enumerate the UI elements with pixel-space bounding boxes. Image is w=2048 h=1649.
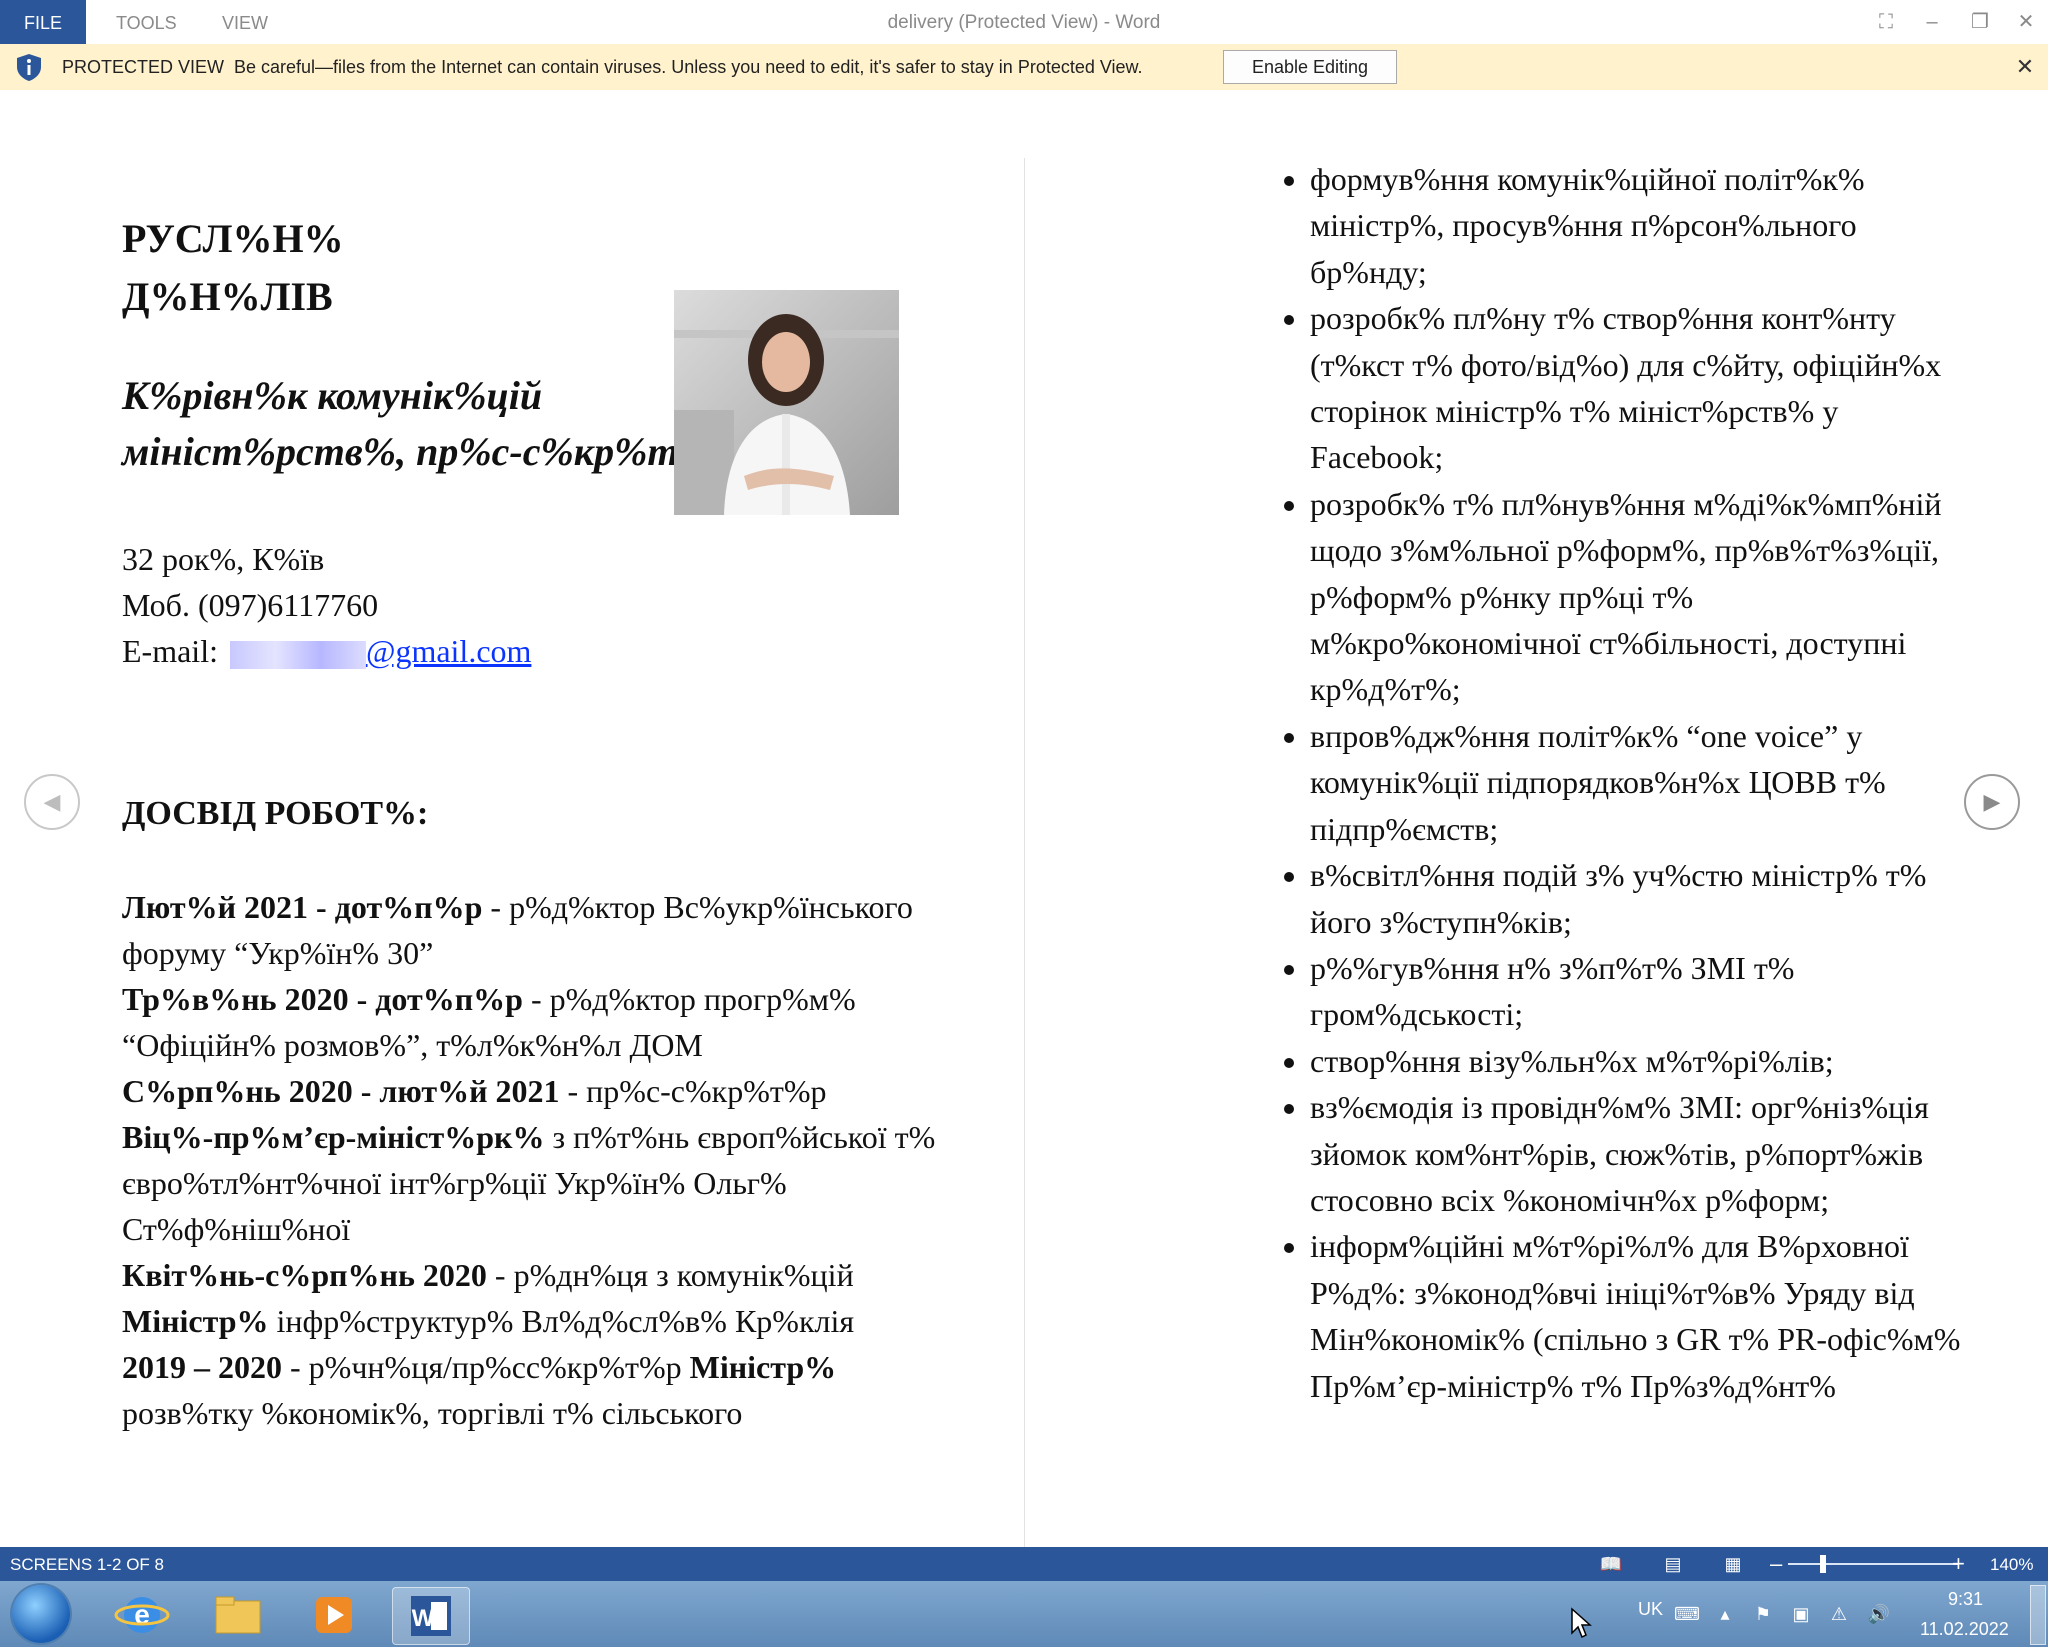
- email-redacted: [229, 640, 366, 669]
- clock-date[interactable]: 11.02.2022: [1920, 1619, 2009, 1640]
- next-screen-icon[interactable]: ▶: [1964, 774, 2020, 830]
- experience-entry: С%рп%нь 2020 - лют%й 2021 - пр%с-с%кр%т%…: [122, 1073, 827, 1109]
- start-button-icon[interactable]: [12, 1585, 70, 1643]
- age-city: 32 рок%, К%їв: [122, 541, 325, 577]
- screen-counter: SCREENS 1-2 OF 8: [10, 1555, 164, 1574]
- experience-entry: Міністр% інфр%структур% Вл%д%сл%в% Кр%кл…: [122, 1303, 855, 1339]
- resume-left-column: РУСЛ%Н% Д%Н%ЛІВ К%рівн%к комунік%цій мін…: [122, 210, 982, 1436]
- experience-entry: розв%тку %кономік%, торгівлі т% сільсько…: [122, 1395, 743, 1431]
- previous-screen-icon[interactable]: ◀: [24, 774, 80, 830]
- network-warning-icon[interactable]: ⚠: [1826, 1601, 1852, 1627]
- enable-editing-button[interactable]: Enable Editing: [1223, 50, 1397, 84]
- full-screen-icon[interactable]: ⛶: [1868, 8, 1904, 36]
- list-item: р%%гув%ння н% з%п%т% ЗМІ т% гром%дськост…: [1310, 945, 1962, 1038]
- list-item: впров%дж%ння політ%к% “one voice” у кому…: [1310, 713, 1962, 852]
- profile-photo: [674, 290, 899, 515]
- tab-view[interactable]: VIEW: [222, 0, 268, 44]
- list-item: створ%ння візу%льн%х м%т%рі%лів;: [1310, 1038, 1962, 1084]
- email-link[interactable]: @gmail.com: [366, 633, 531, 669]
- title-bar: FILE TOOLS VIEW delivery (Protected View…: [0, 0, 2048, 45]
- zoom-slider-thumb[interactable]: [1820, 1555, 1826, 1573]
- zoom-out-button[interactable]: –: [1770, 1547, 1782, 1581]
- show-desktop-button[interactable]: [2030, 1585, 2046, 1645]
- list-item: розробк% т% пл%нув%ння м%ді%к%мп%ній щод…: [1310, 481, 1962, 713]
- taskbar: e W UK ⌨ ▴ ⚑ ▣ ⚠ 🔊 9:31 11.02.2022: [0, 1581, 2048, 1647]
- web-layout-icon[interactable]: ▦: [1720, 1552, 1746, 1576]
- list-item: в%світл%ння подій з% уч%стю міністр% т% …: [1310, 852, 1962, 945]
- list-item: інформ%ційні м%т%рі%л% для В%рховної Р%д…: [1310, 1223, 1962, 1409]
- device-icon[interactable]: ▣: [1788, 1601, 1814, 1627]
- email-label: E-mail:: [122, 633, 226, 669]
- experience-entry: Квіт%нь-с%рп%нь 2020 - р%дн%ця з комунік…: [122, 1257, 854, 1293]
- show-hidden-icons-icon[interactable]: ▴: [1712, 1601, 1738, 1627]
- print-layout-icon[interactable]: ▤: [1660, 1552, 1686, 1576]
- keyboard-icon[interactable]: ⌨: [1674, 1601, 1700, 1627]
- word-icon: W: [411, 1596, 451, 1636]
- media-player-icon[interactable]: [296, 1587, 372, 1643]
- clock-time[interactable]: 9:31: [1948, 1589, 1983, 1610]
- list-item: вз%ємодія із провідн%м% ЗМІ: орг%ніз%ція…: [1310, 1084, 1962, 1223]
- list-item: формув%ння комунік%ційної політ%к% мініс…: [1310, 156, 1962, 295]
- experience-entry: Лют%й 2021 - дот%п%р - р%д%ктор Вс%укр%ї…: [122, 889, 913, 971]
- internet-explorer-icon[interactable]: e: [104, 1587, 180, 1643]
- language-indicator[interactable]: UK: [1638, 1599, 1663, 1620]
- volume-icon[interactable]: 🔊: [1866, 1601, 1892, 1627]
- status-bar: SCREENS 1-2 OF 8 📖 ▤ ▦ – + 140%: [0, 1547, 2048, 1581]
- protected-view-label: PROTECTED VIEW: [62, 57, 225, 77]
- experience-entry: Тр%в%нь 2020 - дот%п%р - р%д%ктор прогр%…: [122, 981, 856, 1063]
- file-explorer-icon[interactable]: [200, 1587, 276, 1643]
- experience-entry: 2019 – 2020 - р%чн%ця/пр%сс%кр%т%р Мініс…: [122, 1349, 837, 1385]
- zoom-level[interactable]: 140%: [1990, 1547, 2033, 1583]
- document-area[interactable]: ◀ ▶ РУСЛ%Н% Д%Н%ЛІВ К%рівн%к комунік%цій…: [0, 90, 2048, 1547]
- protected-view-bar: PROTECTED VIEW Be careful—files from the…: [0, 44, 2048, 91]
- experience-list: Лют%й 2021 - дот%п%р - р%д%ктор Вс%укр%ї…: [122, 884, 982, 1436]
- experience-entry: Віц%-пр%м’єр-мініст%рк% з п%т%нь європ%й…: [122, 1119, 936, 1247]
- restore-icon[interactable]: ❐: [1962, 8, 1998, 36]
- list-item: розробк% пл%ну т% створ%ння конт%нту (т%…: [1310, 295, 1962, 481]
- read-mode-icon[interactable]: 📖: [1598, 1552, 1624, 1576]
- word-taskbar-button[interactable]: W: [392, 1587, 470, 1645]
- page-divider: [1024, 158, 1025, 1547]
- tab-file[interactable]: FILE: [0, 0, 87, 44]
- resume-right-column: формув%ння комунік%ційної політ%к% мініс…: [1262, 156, 1962, 1409]
- candidate-name-first: РУСЛ%Н%: [122, 216, 344, 261]
- mouse-cursor-icon: [1571, 1607, 1592, 1639]
- contact-block: 32 рок%, К%їв Моб. (097)6117760 E-mail: …: [122, 536, 982, 674]
- tab-tools[interactable]: TOOLS: [116, 0, 177, 44]
- action-center-flag-icon[interactable]: ⚑: [1750, 1601, 1776, 1627]
- close-icon[interactable]: ✕: [2008, 8, 2044, 36]
- close-bar-icon[interactable]: ✕: [2010, 52, 2040, 82]
- minimize-icon[interactable]: –: [1914, 8, 1950, 36]
- shield-info-icon: [17, 54, 41, 81]
- responsibilities-list: формув%ння комунік%ційної політ%к% мініс…: [1262, 156, 1962, 1409]
- svg-text:W: W: [412, 1605, 435, 1632]
- window-title: delivery (Protected View) - Word: [887, 12, 1161, 33]
- protected-view-message: Be careful—files from the Internet can c…: [234, 57, 1143, 77]
- phone-number: Моб. (097)6117760: [122, 587, 379, 623]
- zoom-in-button[interactable]: +: [1952, 1547, 1965, 1581]
- email-line: E-mail: @gmail.com: [122, 628, 982, 674]
- experience-section-title: ДОСВІД РОБОТ%:: [122, 795, 429, 832]
- zoom-slider[interactable]: [1788, 1563, 1958, 1565]
